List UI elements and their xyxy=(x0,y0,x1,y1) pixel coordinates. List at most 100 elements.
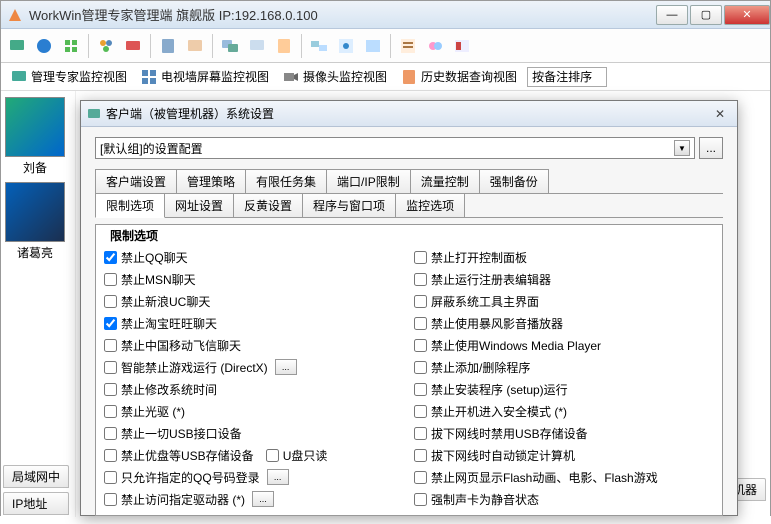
detail-button[interactable]: ... xyxy=(252,491,274,507)
restrict-checkbox[interactable] xyxy=(414,405,427,418)
bottom-tab-lan[interactable]: 局域网中 xyxy=(3,465,69,488)
restrict-checkbox[interactable] xyxy=(266,449,279,462)
tool-icon-5[interactable] xyxy=(121,34,145,58)
check-row: 禁止访问指定驱动器 (*)... xyxy=(104,489,404,509)
tool-icon-14[interactable] xyxy=(396,34,420,58)
view-button-camera[interactable]: 摄像头监控视图 xyxy=(279,66,391,87)
restrict-checkbox[interactable] xyxy=(104,427,117,440)
combo-value: [默认组]的设置配置 xyxy=(100,140,203,157)
tab-antiporn[interactable]: 反黄设置 xyxy=(233,193,303,217)
restrict-checkbox[interactable] xyxy=(104,405,117,418)
restrict-checkbox[interactable] xyxy=(414,339,427,352)
restrict-label: 禁止修改系统时间 xyxy=(121,381,217,398)
left-column: 禁止QQ聊天禁止MSN聊天禁止新浪UC聊天禁止淘宝旺旺聊天禁止中国移动飞信聊天智… xyxy=(104,247,404,509)
tab-port-ip[interactable]: 端口/IP限制 xyxy=(326,169,411,193)
check-row: 禁止优盘等USB存储设备U盘只读 xyxy=(104,445,404,465)
tool-icon-3[interactable] xyxy=(59,34,83,58)
sort-select[interactable]: 按备注排序 xyxy=(527,67,607,87)
check-row: 禁止光驱 (*) xyxy=(104,401,404,421)
restrict-label: 禁止淘宝旺旺聊天 xyxy=(121,315,217,332)
bottom-tabs: 局域网中 IP地址 xyxy=(3,465,69,515)
thumb-label: 诸葛亮 xyxy=(5,244,65,261)
restrict-checkbox[interactable] xyxy=(104,449,117,462)
tab-urls[interactable]: 网址设置 xyxy=(164,193,234,217)
restrict-checkbox[interactable] xyxy=(414,295,427,308)
check-row: 禁止修改系统时间 xyxy=(104,379,404,399)
tool-icon-1[interactable] xyxy=(5,34,29,58)
tab-monitor-opts[interactable]: 监控选项 xyxy=(395,193,465,217)
tool-icon-4[interactable] xyxy=(94,34,118,58)
tab-programs[interactable]: 程序与窗口项 xyxy=(302,193,396,217)
camera-icon xyxy=(283,69,299,85)
tab-tasks[interactable]: 有限任务集 xyxy=(245,169,327,193)
restrict-checkbox[interactable] xyxy=(414,383,427,396)
config-combo[interactable]: [默认组]的设置配置 ▼ xyxy=(95,137,695,159)
right-column: 禁止打开控制面板禁止运行注册表编辑器屏蔽系统工具主界面禁止使用暴风影音播放器禁止… xyxy=(414,247,714,509)
tab-policy[interactable]: 管理策略 xyxy=(176,169,246,193)
tool-icon-12[interactable] xyxy=(334,34,358,58)
check-row: 智能禁止游戏运行 (DirectX)... xyxy=(104,357,404,377)
restrict-group: 限制选项 禁止QQ聊天禁止MSN聊天禁止新浪UC聊天禁止淘宝旺旺聊天禁止中国移动… xyxy=(95,224,723,516)
tool-icon-16[interactable] xyxy=(450,34,474,58)
check-row: 只允许指定的QQ号码登录... xyxy=(104,467,404,487)
restrict-label: 智能禁止游戏运行 (DirectX) xyxy=(121,359,268,376)
restrict-label: 禁止开机进入安全模式 (*) xyxy=(431,403,567,420)
restrict-checkbox[interactable] xyxy=(414,493,427,506)
restrict-checkbox[interactable] xyxy=(104,361,117,374)
restrict-label: 禁止新浪UC聊天 xyxy=(121,293,210,310)
restrict-label: 禁止安装程序 (setup)运行 xyxy=(431,381,568,398)
tab-backup[interactable]: 强制备份 xyxy=(479,169,549,193)
tool-icon-15[interactable] xyxy=(423,34,447,58)
check-row: 禁止开机进入安全模式 (*) xyxy=(414,401,714,421)
tool-icon-9[interactable] xyxy=(245,34,269,58)
restrict-checkbox[interactable] xyxy=(414,361,427,374)
tool-icon-7[interactable] xyxy=(183,34,207,58)
restrict-checkbox[interactable] xyxy=(104,471,117,484)
view-button-tvwall[interactable]: 电视墙屏幕监控视图 xyxy=(137,66,273,87)
minimize-button[interactable]: — xyxy=(656,5,688,25)
tool-icon-13[interactable] xyxy=(361,34,385,58)
view-button-monitor[interactable]: 管理专家监控视图 xyxy=(7,66,131,87)
tool-icon-11[interactable] xyxy=(307,34,331,58)
restrict-checkbox[interactable] xyxy=(104,273,117,286)
restrict-checkbox[interactable] xyxy=(104,383,117,396)
tool-icon-6[interactable] xyxy=(156,34,180,58)
maximize-button[interactable]: ▢ xyxy=(690,5,722,25)
restrict-checkbox[interactable] xyxy=(414,471,427,484)
restrict-checkbox[interactable] xyxy=(414,317,427,330)
restrict-checkbox[interactable] xyxy=(104,251,117,264)
restrict-checkbox[interactable] xyxy=(104,317,117,330)
detail-button[interactable]: ... xyxy=(275,359,297,375)
check-row: 禁止一切USB接口设备 xyxy=(104,423,404,443)
restrict-label: 屏蔽系统工具主界面 xyxy=(431,293,539,310)
tool-icon-2[interactable] xyxy=(32,34,56,58)
restrict-checkbox[interactable] xyxy=(414,449,427,462)
restrict-label: 强制声卡为静音状态 xyxy=(431,491,539,508)
check-row: 强制声卡为静音状态 xyxy=(414,489,714,509)
tab-client-settings[interactable]: 客户端设置 xyxy=(95,169,177,193)
tab-restrict[interactable]: 限制选项 xyxy=(95,193,165,218)
app-icon xyxy=(7,7,23,23)
tool-icon-8[interactable] xyxy=(218,34,242,58)
dialog-close-button[interactable]: ✕ xyxy=(709,106,731,122)
restrict-checkbox[interactable] xyxy=(414,427,427,440)
tool-icon-10[interactable] xyxy=(272,34,296,58)
bottom-tab-ip[interactable]: IP地址 xyxy=(3,492,69,515)
restrict-checkbox[interactable] xyxy=(104,339,117,352)
detail-button[interactable]: ... xyxy=(267,469,289,485)
restrict-checkbox[interactable] xyxy=(104,493,117,506)
group-title: 限制选项 xyxy=(108,227,160,244)
client-thumb[interactable]: 诸葛亮 xyxy=(5,182,65,261)
close-button[interactable]: ✕ xyxy=(724,5,770,25)
view-button-history[interactable]: 历史数据查询视图 xyxy=(397,66,521,87)
tab-traffic[interactable]: 流量控制 xyxy=(410,169,480,193)
restrict-checkbox[interactable] xyxy=(104,295,117,308)
client-thumb[interactable]: 刘备 xyxy=(5,97,65,176)
view-label: 历史数据查询视图 xyxy=(421,68,517,85)
tvwall-icon xyxy=(141,69,157,85)
config-browse-button[interactable]: ... xyxy=(699,137,723,159)
restrict-label: 禁止MSN聊天 xyxy=(121,271,196,288)
restrict-checkbox[interactable] xyxy=(414,273,427,286)
restrict-checkbox[interactable] xyxy=(414,251,427,264)
check-row: 禁止使用Windows Media Player xyxy=(414,335,714,355)
